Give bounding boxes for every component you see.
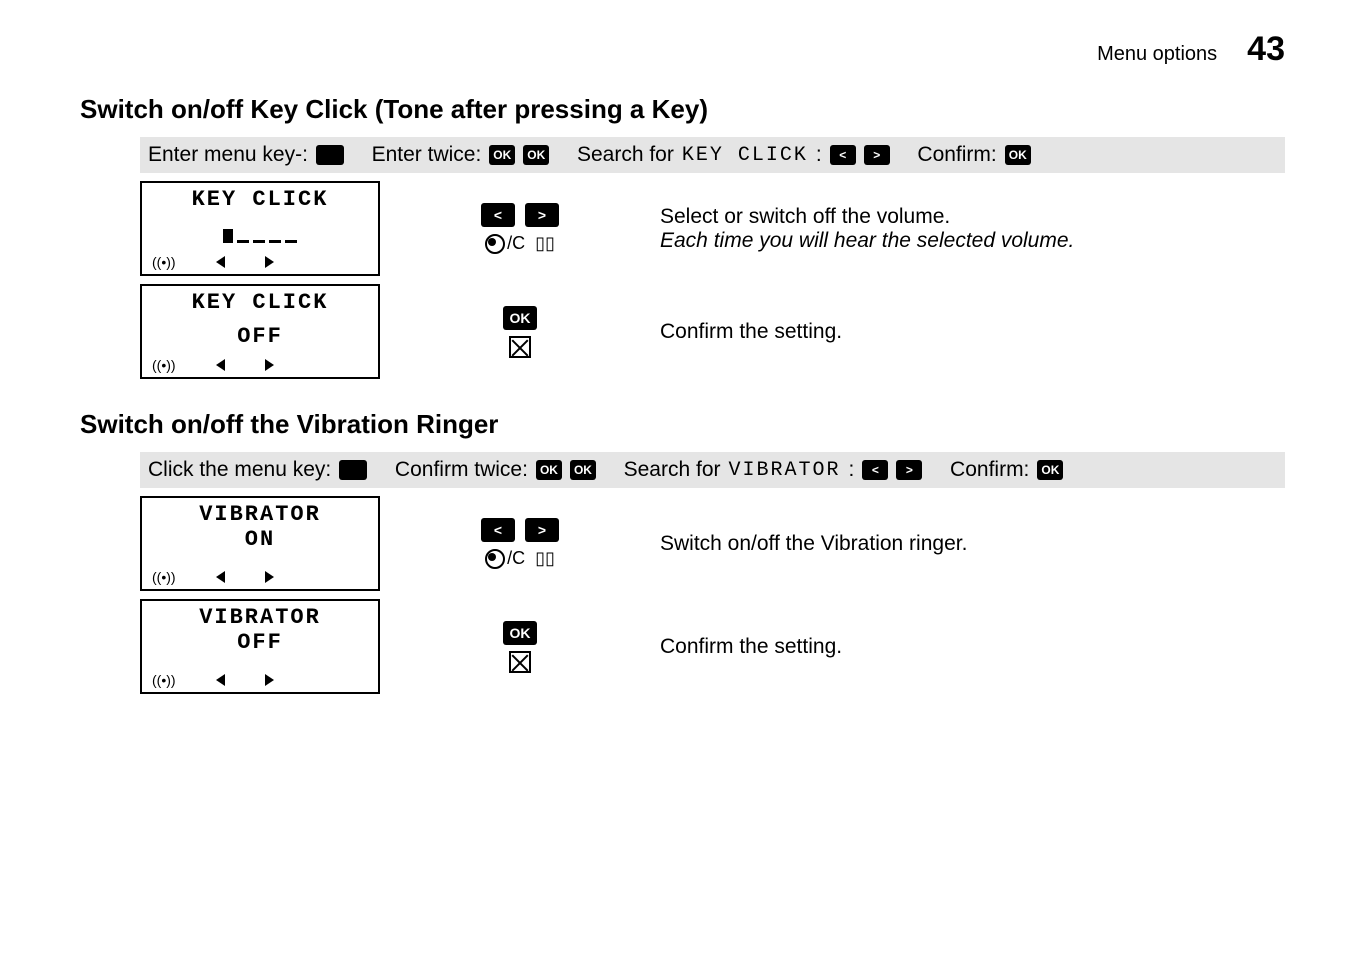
bar-text: : bbox=[849, 458, 855, 482]
section2-instruction-bar: Click the menu key: Confirm twice: OK OK… bbox=[140, 452, 1285, 488]
description: Confirm the setting. bbox=[660, 320, 842, 344]
lcd-footer: ((•)) bbox=[148, 672, 372, 690]
volume-bar-empty bbox=[253, 237, 265, 243]
ok-key-icon: OK bbox=[536, 460, 562, 480]
left-arrow-icon bbox=[216, 256, 225, 268]
section2-row2: VIBRATOR OFF ((•)) OK Confirm the settin… bbox=[140, 599, 1285, 694]
volume-bar-empty bbox=[237, 237, 249, 243]
bar-text: Search for bbox=[577, 143, 674, 167]
lcd-value: ON bbox=[148, 527, 372, 552]
section2: Click the menu key: Confirm twice: OK OK… bbox=[140, 452, 1285, 694]
right-key-icon: > bbox=[525, 203, 559, 227]
bar-mono-text: VIBRATOR bbox=[729, 459, 841, 482]
action-icons: < > /C ▯▯ bbox=[420, 518, 620, 569]
page-number: 43 bbox=[1247, 30, 1285, 69]
volume-bar-filled bbox=[223, 229, 233, 243]
right-key-icon: > bbox=[896, 460, 922, 480]
section1-instruction-bar: Enter menu key-: Enter twice: OK OK Sear… bbox=[140, 137, 1285, 173]
toggle-c-icon: /C bbox=[485, 548, 525, 569]
desc-line: Select or switch off the volume. bbox=[660, 205, 1074, 229]
description: Switch on/off the Vibration ringer. bbox=[660, 532, 967, 556]
volume-bar-empty bbox=[269, 237, 281, 243]
menu-key-icon bbox=[339, 460, 367, 480]
toggle-c-icon: /C bbox=[485, 233, 525, 254]
lcd-title: VIBRATOR bbox=[148, 502, 372, 527]
left-arrow-icon bbox=[216, 359, 225, 371]
bar-text: Confirm: bbox=[950, 458, 1029, 482]
description: Confirm the setting. bbox=[660, 635, 842, 659]
lcd-screen: VIBRATOR ON ((•)) bbox=[140, 496, 380, 591]
cancel-icon bbox=[509, 336, 531, 358]
section1-row1: KEY CLICK ((•)) < > bbox=[140, 181, 1285, 276]
header-label: Menu options bbox=[1097, 43, 1217, 66]
lcd-title: VIBRATOR bbox=[148, 605, 372, 630]
bar-text: Search for bbox=[624, 458, 721, 482]
lcd-footer: ((•)) bbox=[148, 569, 372, 587]
ok-key-icon: OK bbox=[1005, 145, 1031, 165]
volume-bars bbox=[148, 223, 372, 243]
left-arrow-icon bbox=[216, 674, 225, 686]
book-icon: ▯▯ bbox=[535, 233, 555, 254]
lcd-footer: ((•)) bbox=[148, 254, 372, 272]
left-key-icon: < bbox=[481, 518, 515, 542]
menu-key-icon bbox=[316, 145, 344, 165]
section1: Enter menu key-: Enter twice: OK OK Sear… bbox=[140, 137, 1285, 379]
lcd-footer: ((•)) bbox=[148, 357, 372, 375]
bar-mono-text: KEY CLICK bbox=[682, 144, 808, 167]
section2-row1: VIBRATOR ON ((•)) < > /C ▯▯ bbox=[140, 496, 1285, 591]
action-icons: OK bbox=[420, 306, 620, 358]
description: Select or switch off the volume. Each ti… bbox=[660, 205, 1074, 253]
lcd-screen: KEY CLICK ((•)) bbox=[140, 181, 380, 276]
right-key-icon: > bbox=[864, 145, 890, 165]
bar-text: Confirm: bbox=[917, 143, 996, 167]
signal-icon: ((•)) bbox=[152, 357, 176, 373]
ok-key-icon: OK bbox=[1037, 460, 1063, 480]
page-header: Menu options 43 bbox=[80, 30, 1285, 69]
bar-text: Enter twice: bbox=[372, 143, 482, 167]
cancel-icon bbox=[509, 651, 531, 673]
ok-key-icon: OK bbox=[523, 145, 549, 165]
section1-row2: KEY CLICK OFF ((•)) OK Confirm the setti… bbox=[140, 284, 1285, 379]
signal-icon: ((•)) bbox=[152, 569, 176, 585]
left-arrow-icon bbox=[216, 571, 225, 583]
action-icons: OK bbox=[420, 621, 620, 673]
lcd-screen: KEY CLICK OFF ((•)) bbox=[140, 284, 380, 379]
lcd-title: KEY CLICK bbox=[148, 290, 372, 315]
right-arrow-icon bbox=[265, 359, 274, 371]
ok-key-icon: OK bbox=[570, 460, 596, 480]
ok-key-icon: OK bbox=[489, 145, 515, 165]
right-arrow-icon bbox=[265, 674, 274, 686]
left-key-icon: < bbox=[481, 203, 515, 227]
bar-text: Confirm twice: bbox=[395, 458, 528, 482]
bar-text: : bbox=[816, 143, 822, 167]
right-key-icon: > bbox=[525, 518, 559, 542]
signal-icon: ((•)) bbox=[152, 254, 176, 270]
page: Menu options 43 Switch on/off Key Click … bbox=[0, 0, 1345, 954]
bar-text: Enter menu key-: bbox=[148, 143, 308, 167]
lcd-title: KEY CLICK bbox=[148, 187, 372, 212]
lcd-value: OFF bbox=[148, 630, 372, 655]
section2-title: Switch on/off the Vibration Ringer bbox=[80, 409, 1285, 440]
action-icons: < > /C ▯▯ bbox=[420, 203, 620, 254]
section1-title: Switch on/off Key Click (Tone after pres… bbox=[80, 94, 1285, 125]
right-arrow-icon bbox=[265, 256, 274, 268]
desc-line-italic: Each time you will hear the selected vol… bbox=[660, 229, 1074, 253]
lcd-screen: VIBRATOR OFF ((•)) bbox=[140, 599, 380, 694]
book-icon: ▯▯ bbox=[535, 548, 555, 569]
ok-key-icon: OK bbox=[503, 621, 537, 645]
bar-text: Click the menu key: bbox=[148, 458, 331, 482]
right-arrow-icon bbox=[265, 571, 274, 583]
lcd-value: OFF bbox=[148, 324, 372, 349]
ok-key-icon: OK bbox=[503, 306, 537, 330]
signal-icon: ((•)) bbox=[152, 672, 176, 688]
left-key-icon: < bbox=[862, 460, 888, 480]
volume-bar-empty bbox=[285, 237, 297, 243]
left-key-icon: < bbox=[830, 145, 856, 165]
